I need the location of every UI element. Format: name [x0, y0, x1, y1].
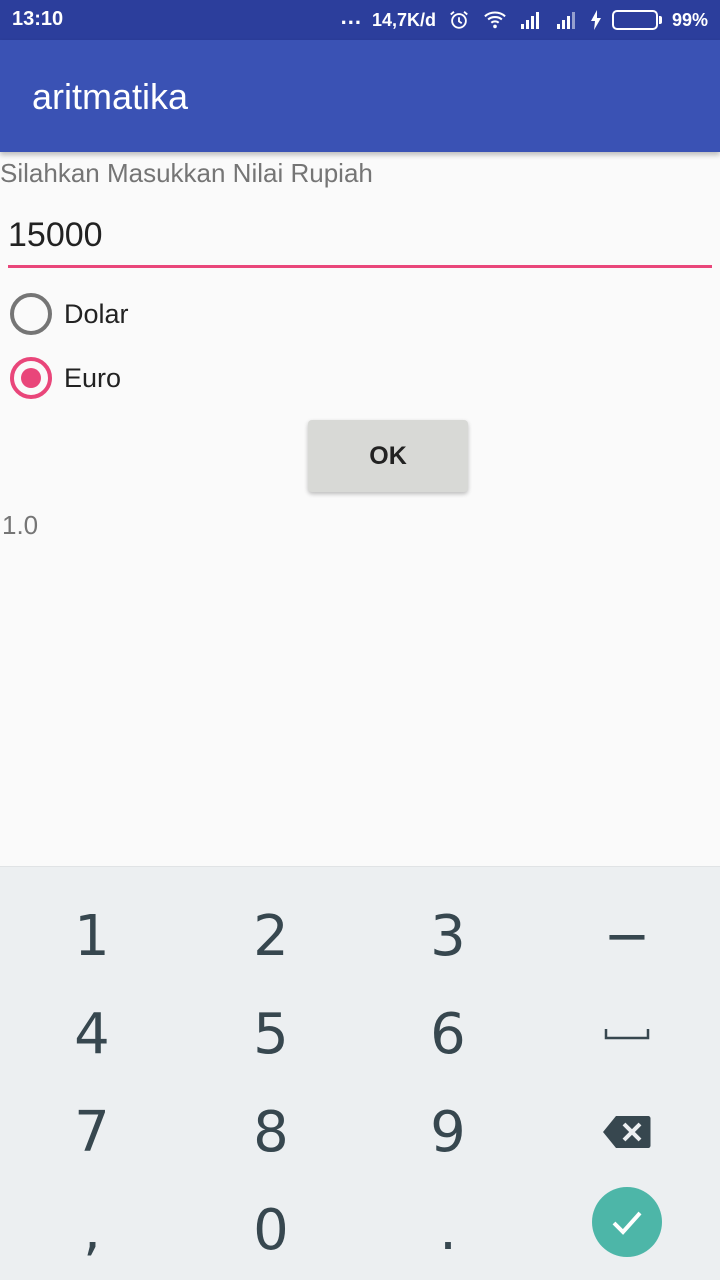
wifi-icon — [484, 11, 506, 29]
radio-button-icon[interactable] — [10, 293, 52, 335]
charging-icon — [590, 10, 601, 30]
checkmark-icon — [612, 1211, 642, 1235]
space-icon — [604, 1029, 650, 1040]
numeric-keyboard: 1 2 3 − 4 5 6 7 8 9 , 0 . — [0, 866, 720, 1280]
app-title: aritmatika — [32, 76, 189, 117]
input-prompt-label: Silahkan Masukkan Nilai Rupiah — [0, 158, 373, 188]
key-space[interactable] — [537, 985, 717, 1083]
ok-button[interactable]: OK — [308, 420, 468, 492]
battery-icon — [611, 10, 662, 30]
status-icons: ... 14,7K/d 99% — [340, 4, 708, 33]
key-9[interactable]: 9 — [358, 1083, 538, 1181]
radio-euro[interactable]: Euro — [10, 356, 310, 400]
key-minus[interactable]: − — [537, 887, 717, 985]
key-6[interactable]: 6 — [358, 985, 538, 1083]
app-bar: aritmatika — [0, 40, 720, 152]
key-0[interactable]: 0 — [181, 1181, 361, 1279]
battery-percent: 99% — [671, 9, 708, 30]
key-7[interactable]: 7 — [2, 1083, 182, 1181]
notification-dots-icon: ... — [340, 4, 362, 29]
key-comma[interactable]: , — [2, 1181, 182, 1279]
rupiah-input-value: 15000 — [8, 216, 103, 254]
alarm-icon — [450, 11, 468, 29]
key-2[interactable]: 2 — [181, 887, 361, 985]
radio-dolar[interactable]: Dolar — [10, 292, 310, 336]
network-speed: 14,7K/d — [371, 9, 436, 30]
key-8[interactable]: 8 — [181, 1083, 361, 1181]
key-5[interactable]: 5 — [181, 985, 361, 1083]
key-backspace[interactable] — [537, 1083, 717, 1181]
signal-icon — [520, 12, 539, 29]
key-1[interactable]: 1 — [2, 887, 182, 985]
enter-key[interactable] — [592, 1187, 662, 1257]
radio-euro-label: Euro — [64, 362, 122, 393]
radio-dolar-label: Dolar — [64, 298, 129, 329]
key-3[interactable]: 3 — [358, 887, 538, 985]
backspace-icon — [603, 1116, 651, 1148]
status-bar: 13:10 ... 14,7K/d 99% — [0, 0, 720, 40]
radio-button-checked-icon[interactable] — [10, 357, 52, 399]
result-text: 1.0 — [2, 510, 39, 540]
key-4[interactable]: 4 — [2, 985, 182, 1083]
signal-icon — [556, 12, 575, 29]
status-time: 13:10 — [12, 8, 64, 30]
rupiah-input[interactable]: 15000 — [8, 206, 712, 268]
key-period[interactable]: . — [358, 1181, 538, 1279]
